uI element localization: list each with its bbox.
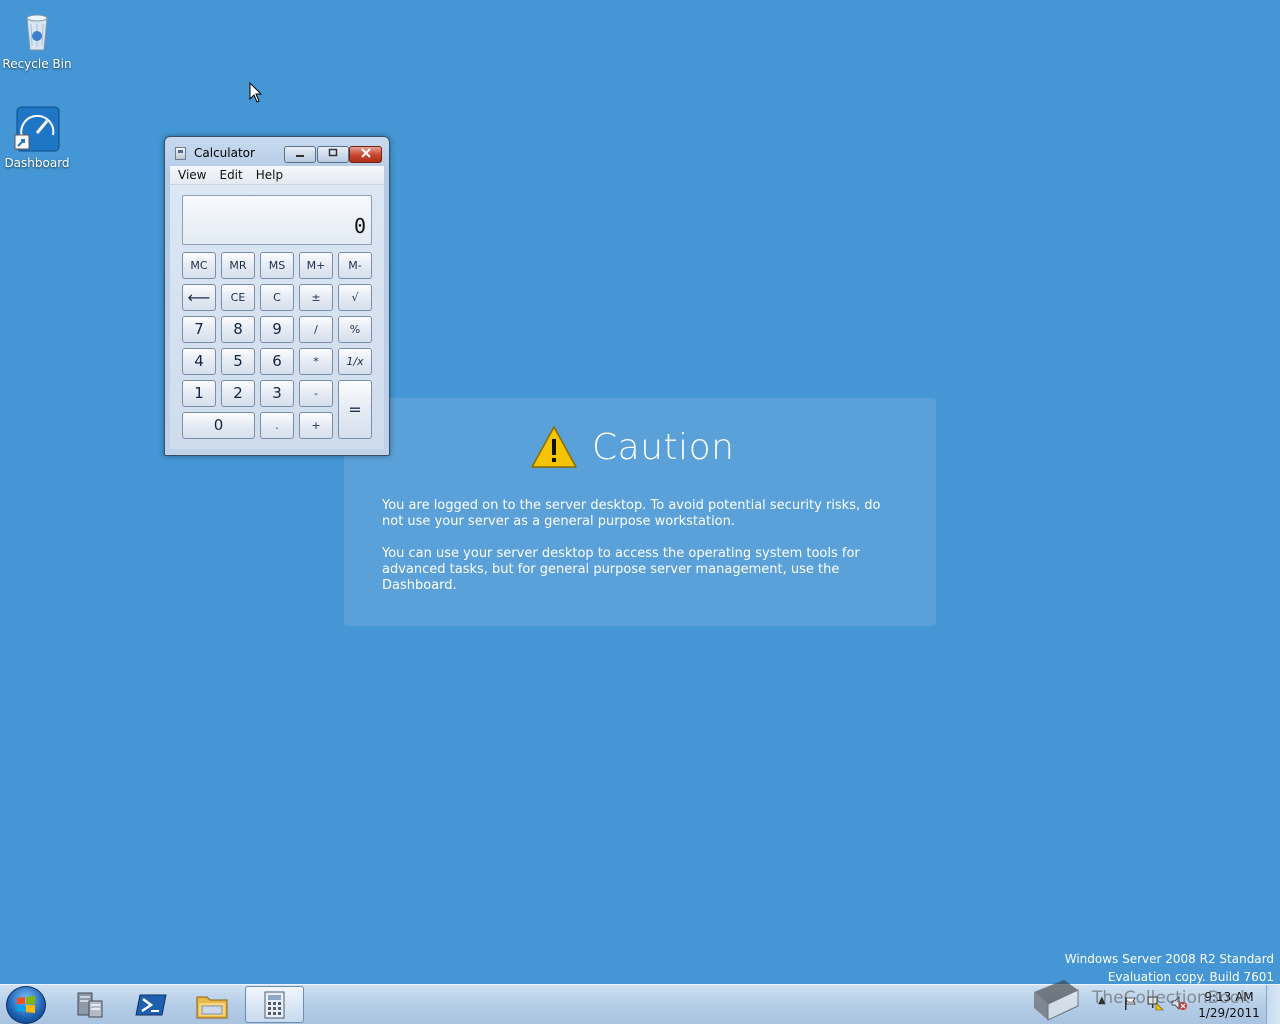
key-sqrt[interactable]: √: [338, 284, 372, 311]
caution-panel: Caution You are logged on to the server …: [344, 398, 936, 626]
key-reciprocal[interactable]: 1/x: [338, 348, 372, 375]
desktop-icon-dashboard[interactable]: Dashboard: [0, 105, 74, 170]
key-4[interactable]: 4: [182, 348, 216, 375]
recycle-bin-icon: [13, 6, 61, 54]
dashboard-icon: [13, 105, 61, 153]
key-decimal[interactable]: .: [260, 412, 294, 439]
dashboard-label: Dashboard: [4, 156, 70, 170]
windows-logo-icon: [17, 996, 35, 1013]
folder-icon: [196, 996, 228, 1019]
desktop-icon-recycle-bin[interactable]: Recycle Bin: [0, 6, 74, 71]
calculator-menubar: View Edit Help: [170, 166, 384, 185]
watermark-edition: Windows Server 2008 R2 Standard: [1064, 952, 1274, 966]
calculator-window[interactable]: Calculator View Edit Help 0 MC MR MS M+ M-…: [164, 136, 390, 456]
mouse-cursor-icon: [249, 82, 263, 103]
minimize-button[interactable]: [284, 146, 316, 163]
collection-book-watermark: TheCollectionBook: [1028, 974, 1268, 1022]
warning-icon: [531, 426, 577, 468]
key-percent[interactable]: %: [338, 316, 372, 343]
key-multiply[interactable]: *: [299, 348, 333, 375]
key-9[interactable]: 9: [260, 316, 294, 343]
start-button[interactable]: [6, 986, 46, 1024]
menu-view[interactable]: View: [170, 166, 211, 182]
taskbar-powershell[interactable]: [123, 987, 179, 1023]
caution-title: Caution: [592, 426, 735, 468]
key-5[interactable]: 5: [221, 348, 255, 375]
key-7[interactable]: 7: [182, 316, 216, 343]
taskbar-calculator[interactable]: [245, 986, 304, 1023]
caution-header: Caution: [530, 422, 734, 472]
close-icon: [360, 148, 371, 158]
powershell-icon: [135, 994, 167, 1016]
key-3[interactable]: 3: [260, 380, 294, 407]
key-2[interactable]: 2: [221, 380, 255, 407]
display-value: 0: [353, 214, 366, 238]
maximize-button[interactable]: [317, 146, 349, 163]
key-m-minus[interactable]: M-: [338, 252, 372, 279]
caution-paragraph-2: You can use your server desktop to acces…: [382, 546, 860, 593]
calculator-titlebar[interactable]: Calculator: [165, 137, 389, 165]
key-divide[interactable]: /: [299, 316, 333, 343]
calculator-icon: [264, 991, 285, 1019]
key-c[interactable]: C: [260, 284, 294, 311]
key-m-plus[interactable]: M+: [299, 252, 333, 279]
maximize-icon: [328, 148, 338, 157]
caution-paragraph-1: You are logged on to the server desktop.…: [382, 498, 881, 529]
menu-help[interactable]: Help: [248, 166, 288, 182]
key-plus-minus[interactable]: ±: [299, 284, 333, 311]
key-8[interactable]: 8: [221, 316, 255, 343]
key-subtract[interactable]: -: [299, 380, 333, 407]
calculator-display: 0: [182, 195, 372, 245]
calculator-title: Calculator: [194, 146, 255, 160]
calculator-body: 0 MC MR MS M+ M- ⟵ CE C ± √ 7 8 9 / % 4 …: [170, 185, 384, 449]
key-add[interactable]: +: [299, 412, 333, 439]
show-desktop-button[interactable]: [1266, 985, 1280, 1024]
key-0[interactable]: 0: [182, 412, 255, 439]
minimize-icon: [296, 155, 304, 157]
key-6[interactable]: 6: [260, 348, 294, 375]
watermark-overlay-text: TheCollectionBook: [1092, 988, 1251, 1008]
key-equals[interactable]: =: [338, 380, 372, 439]
key-1[interactable]: 1: [182, 380, 216, 407]
menu-edit[interactable]: Edit: [211, 166, 247, 182]
taskbar-server-manager[interactable]: [62, 987, 118, 1023]
close-button[interactable]: [349, 146, 382, 163]
key-mr[interactable]: MR: [221, 252, 255, 279]
key-ce[interactable]: CE: [221, 284, 255, 311]
key-mc[interactable]: MC: [182, 252, 216, 279]
recycle-bin-label: Recycle Bin: [2, 57, 72, 71]
calculator-app-icon: [175, 147, 186, 160]
taskbar-explorer[interactable]: [184, 987, 240, 1023]
server-manager-icon: [77, 992, 103, 1018]
key-ms[interactable]: MS: [260, 252, 294, 279]
book-icon: [1034, 980, 1079, 1021]
key-backspace[interactable]: ⟵: [182, 284, 216, 311]
